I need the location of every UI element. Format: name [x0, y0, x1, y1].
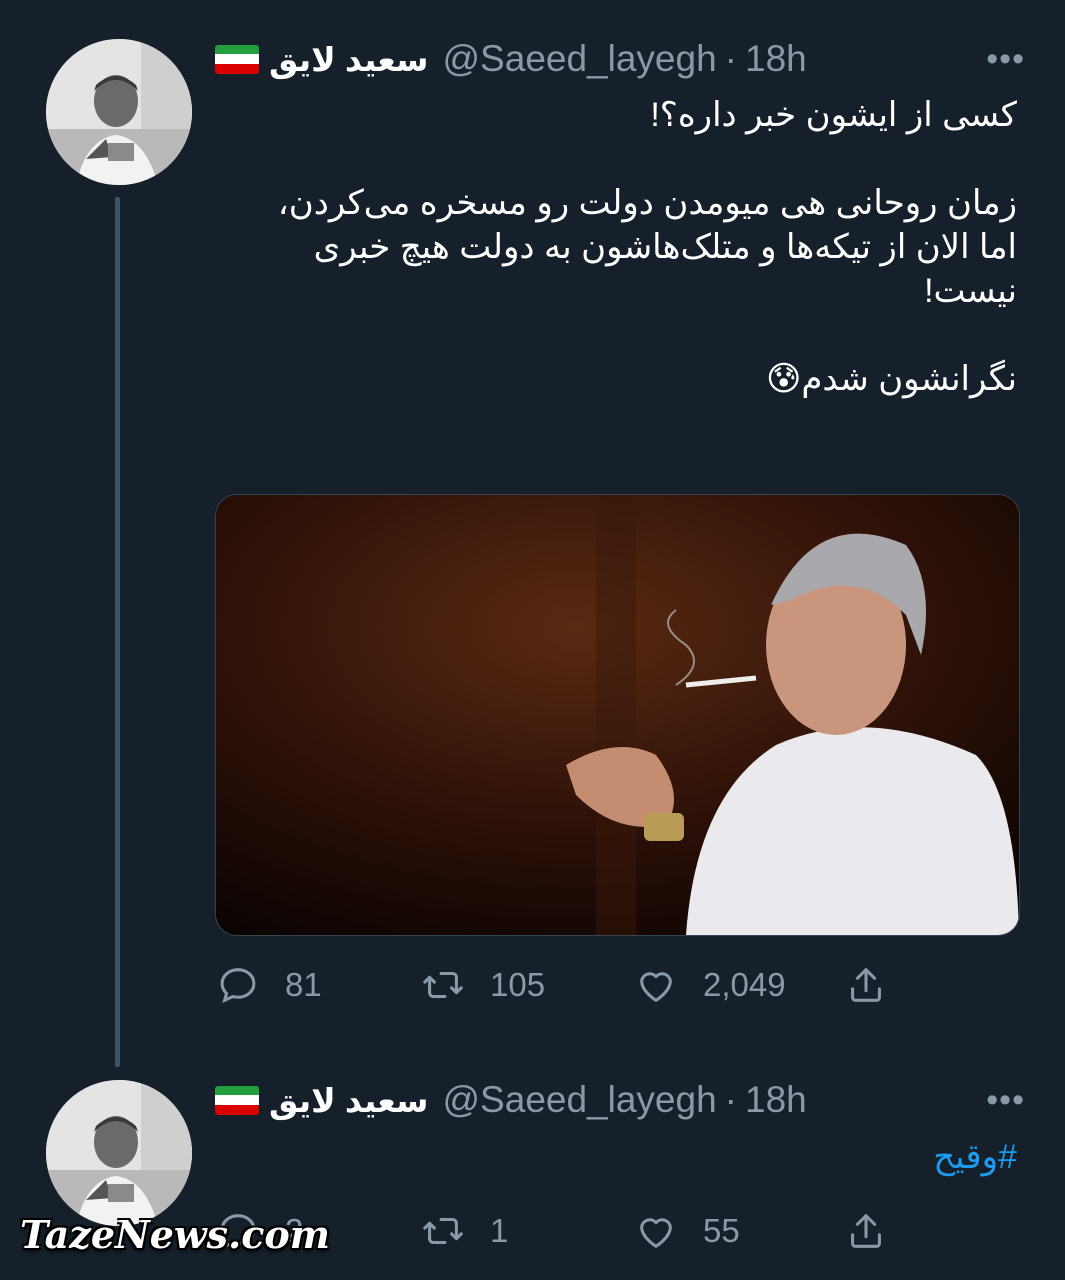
share-icon	[851, 1214, 881, 1248]
like-button[interactable]: 2,049	[633, 955, 786, 1015]
thread-connector-line	[115, 197, 120, 1067]
retweet-icon	[423, 1217, 463, 1245]
iran-flag-icon	[215, 44, 259, 74]
hashtag-link[interactable]: #وقیح	[933, 1137, 1017, 1177]
iran-flag-icon	[215, 1085, 259, 1115]
separator-dot: ·	[724, 38, 737, 79]
tweet-actions: 81 105 2,049	[215, 955, 915, 1015]
tweet-text: کسی از ایشون خبر داره؟! زمان روحانی هی م…	[277, 96, 1017, 398]
tweet-time[interactable]: 18h	[745, 1079, 807, 1121]
tweet-time[interactable]: 18h	[745, 38, 807, 80]
display-name[interactable]: سعید لایق	[269, 1081, 429, 1120]
avatar[interactable]	[46, 1080, 192, 1226]
more-icon[interactable]: •••	[986, 40, 1025, 79]
tweet-header: سعید لایق @Saeed_layegh · 18h •••	[215, 1075, 1025, 1125]
retweet-button[interactable]: 105	[420, 955, 545, 1015]
like-button[interactable]: 55	[633, 1201, 740, 1261]
like-count: 55	[703, 1212, 740, 1249]
media-photo	[216, 495, 1019, 935]
retweet-count: 1	[490, 1212, 509, 1249]
retweet-icon	[423, 971, 463, 999]
user-handle[interactable]: @Saeed_layegh	[443, 1079, 717, 1121]
share-button[interactable]	[843, 1201, 889, 1261]
tweet-thread: سعید لایق @Saeed_layegh · 18h ••• کسی از…	[0, 0, 1065, 1280]
share-icon	[851, 968, 881, 1002]
share-button[interactable]	[843, 955, 889, 1015]
retweet-button[interactable]: 1	[420, 1201, 508, 1261]
more-icon[interactable]: •••	[986, 1081, 1025, 1120]
separator-dot: ·	[724, 1079, 737, 1120]
avatar-photo	[46, 39, 192, 185]
reply-icon	[220, 968, 256, 1004]
avatar-photo	[46, 1080, 192, 1226]
like-count: 2,049	[703, 966, 786, 1003]
tweet-media-image[interactable]	[215, 494, 1020, 936]
reply-button[interactable]: 81	[215, 955, 322, 1015]
user-handle[interactable]: @Saeed_layegh	[443, 38, 717, 80]
watermark-logo: TazeNews.com	[20, 1212, 330, 1257]
display-name[interactable]: سعید لایق	[269, 40, 429, 79]
heart-icon	[640, 1218, 672, 1248]
tweet-header: سعید لایق @Saeed_layegh · 18h •••	[215, 34, 1025, 84]
heart-icon	[640, 972, 672, 1002]
avatar[interactable]	[46, 39, 192, 185]
retweet-count: 105	[490, 966, 546, 1003]
reply-count: 81	[285, 966, 322, 1003]
